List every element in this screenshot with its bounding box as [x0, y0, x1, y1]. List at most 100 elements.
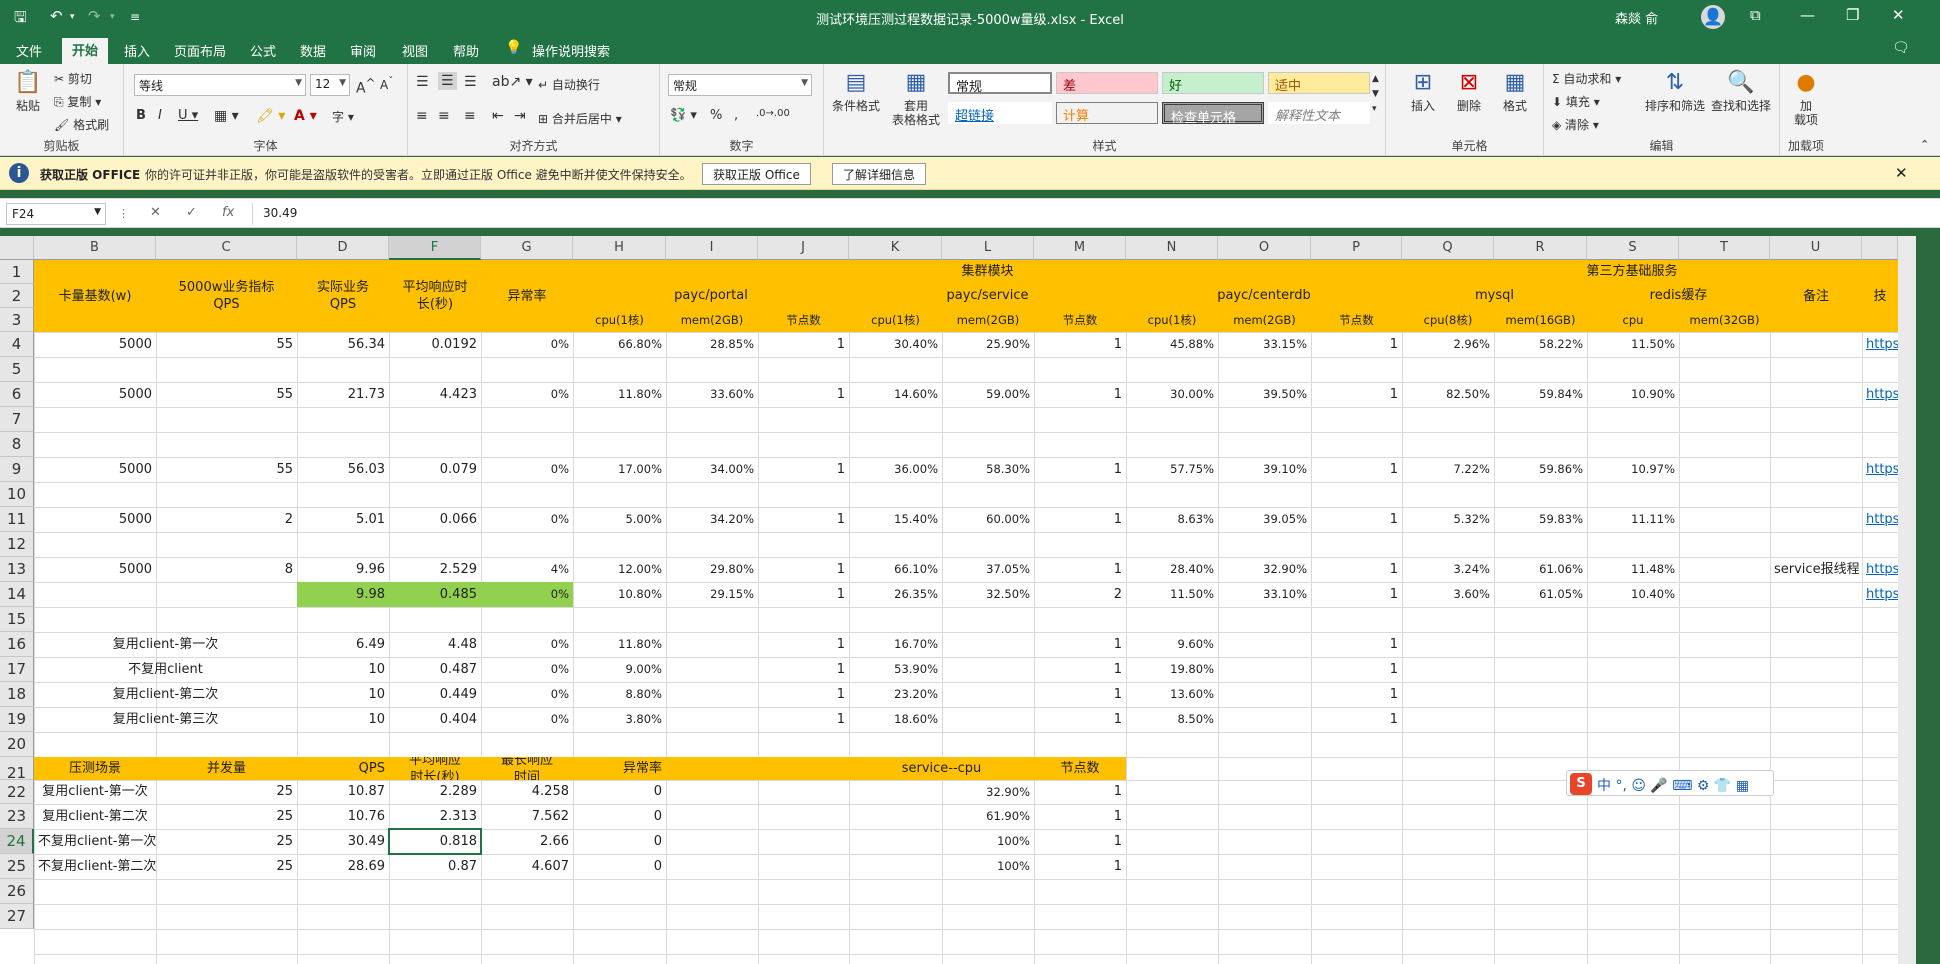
row-header[interactable]: 25	[0, 854, 34, 879]
subheader-cell[interactable]: mem(2GB)	[1218, 308, 1311, 332]
cell[interactable]: 30.40%	[849, 332, 942, 357]
tab-file[interactable]: 文件	[6, 39, 52, 64]
clear-button[interactable]: ◈ 清除 ▾	[1552, 116, 1599, 133]
cell[interactable]: 34.00%	[666, 457, 758, 482]
header-cell[interactable]: 平均响应时 长(秒)	[389, 260, 481, 332]
format-painter-button[interactable]: 🖌 格式刷	[54, 116, 109, 133]
cell[interactable]: 30.49	[297, 829, 389, 854]
align-top-icon[interactable]: ☰	[416, 74, 429, 90]
row-header[interactable]: 10	[0, 482, 34, 507]
cell[interactable]: 25	[156, 780, 297, 804]
cell[interactable]: 23.20%	[849, 682, 942, 707]
row-header[interactable]: 16	[0, 632, 34, 657]
align-right-icon[interactable]: ≡	[464, 108, 476, 124]
row-header[interactable]: 3	[0, 308, 34, 332]
header-cell[interactable]: 实际业务 QPS	[297, 260, 389, 332]
cell[interactable]: 82.50%	[1402, 382, 1494, 407]
style-good[interactable]: 好	[1162, 72, 1264, 94]
row-header[interactable]: 4	[0, 332, 34, 357]
column-header[interactable]: J	[758, 236, 849, 260]
increase-indent-icon[interactable]: ⇥	[514, 108, 526, 124]
row-header[interactable]: 14	[0, 582, 34, 607]
name-box[interactable]: F24 ▼	[6, 203, 106, 225]
column-header[interactable]: T	[1679, 236, 1770, 260]
cell[interactable]: 1	[1311, 332, 1402, 357]
cell[interactable]: 10	[297, 682, 389, 707]
cell[interactable]: 3.24%	[1402, 557, 1494, 582]
cell[interactable]: 9.96	[297, 557, 389, 582]
cell[interactable]: 11.50%	[1587, 332, 1679, 357]
cell[interactable]: 0	[573, 854, 666, 879]
cell[interactable]: 1	[1311, 382, 1402, 407]
cell[interactable]: 6.49	[297, 632, 389, 657]
cell[interactable]: 1	[758, 457, 849, 482]
close-icon[interactable]: ✕	[1892, 6, 1905, 24]
row-header[interactable]: 6	[0, 382, 34, 407]
subheader-cell[interactable]: cpu(1核)	[573, 308, 666, 332]
cell[interactable]: 9.00%	[573, 657, 666, 682]
cell[interactable]: 32.90%	[1218, 557, 1311, 582]
cell[interactable]: 1	[758, 707, 849, 732]
cell[interactable]: 8.63%	[1126, 507, 1218, 532]
user-name[interactable]: 森燚 俞	[1615, 8, 1658, 27]
tab-home[interactable]: 开始	[62, 38, 109, 64]
header-cell[interactable]: 异常率	[481, 260, 573, 332]
cut-button[interactable]: ✂ 剪切	[54, 70, 92, 87]
subheader-cell[interactable]: 节点数	[1034, 308, 1126, 332]
cell[interactable]: 1	[1311, 457, 1402, 482]
increase-decimal-icon[interactable]: .0→.00	[756, 108, 790, 119]
align-middle-icon[interactable]: ☰	[438, 72, 457, 90]
cell[interactable]: 29.80%	[666, 557, 758, 582]
header-cell[interactable]: 最长响应 时间	[481, 757, 573, 780]
header-cell[interactable]: 并发量	[156, 757, 297, 780]
row-header[interactable]: 24	[0, 829, 34, 854]
cell[interactable]: 5.32%	[1402, 507, 1494, 532]
cell[interactable]: 0.485	[389, 582, 481, 607]
cell[interactable]: 66.10%	[849, 557, 942, 582]
ime-toolbar[interactable]: S 中 °, ☺ 🎤 ⌨ ⚙ 👕 ▦	[1566, 770, 1774, 796]
cell[interactable]: 1	[1034, 780, 1126, 804]
row-header[interactable]: 12	[0, 532, 34, 557]
cell[interactable]: 36.00%	[849, 457, 942, 482]
header-cell[interactable]: 异常率	[573, 757, 666, 780]
tell-me-search[interactable]: 操作说明搜索	[522, 39, 620, 64]
column-header[interactable]: R	[1494, 236, 1587, 260]
cell[interactable]: 14.60%	[849, 382, 942, 407]
cell[interactable]: 58.22%	[1494, 332, 1587, 357]
column-header[interactable]: H	[573, 236, 666, 260]
subheader-cell[interactable]: cpu(1核)	[849, 308, 942, 332]
copy-button[interactable]: ⎘ 复制 ▾	[54, 93, 101, 110]
header-cell[interactable]: 平均响应 时长(秒)	[389, 757, 481, 780]
cell[interactable]: 56.34	[297, 332, 389, 357]
column-header[interactable]: P	[1311, 236, 1402, 260]
subheader-cell[interactable]: mem(32GB)	[1679, 308, 1770, 332]
cell[interactable]: 0%	[481, 657, 573, 682]
cell[interactable]: 30.00%	[1126, 382, 1218, 407]
row-header[interactable]: 27	[0, 904, 34, 929]
shrink-font-button[interactable]: Aˇ	[380, 76, 393, 92]
header-cell[interactable]: payc/centerdb	[1126, 284, 1402, 308]
cell[interactable]: 1	[1034, 682, 1126, 707]
cell[interactable]: 55	[156, 382, 297, 407]
cell[interactable]: 25	[156, 854, 297, 879]
enter-icon[interactable]: ✓	[186, 205, 197, 220]
tab-formulas[interactable]: 公式	[240, 39, 286, 64]
header-cell[interactable]: service--cpu	[849, 757, 1034, 780]
cell[interactable]: 12.00%	[573, 557, 666, 582]
cell[interactable]: 8	[156, 557, 297, 582]
scenario-cell[interactable]: 不复用client	[34, 657, 297, 682]
cell[interactable]: 28.85%	[666, 332, 758, 357]
cell[interactable]: 0.818	[389, 829, 481, 854]
scenario-cell[interactable]: 复用client-第一次	[34, 780, 156, 804]
cell[interactable]: 10.40%	[1587, 582, 1679, 607]
cell[interactable]: 5000	[34, 507, 156, 532]
align-bottom-icon[interactable]: ☰	[464, 74, 477, 90]
number-format-select[interactable]: 常规 ▼	[668, 74, 812, 96]
cell[interactable]: 2.289	[389, 780, 481, 804]
cell[interactable]: 2.96%	[1402, 332, 1494, 357]
insert-function-icon[interactable]: fx	[222, 205, 234, 220]
cell[interactable]: 8.50%	[1126, 707, 1218, 732]
row-header[interactable]: 22	[0, 780, 34, 804]
header-cell[interactable]: payc/portal	[573, 284, 849, 308]
cell[interactable]: 0%	[481, 507, 573, 532]
